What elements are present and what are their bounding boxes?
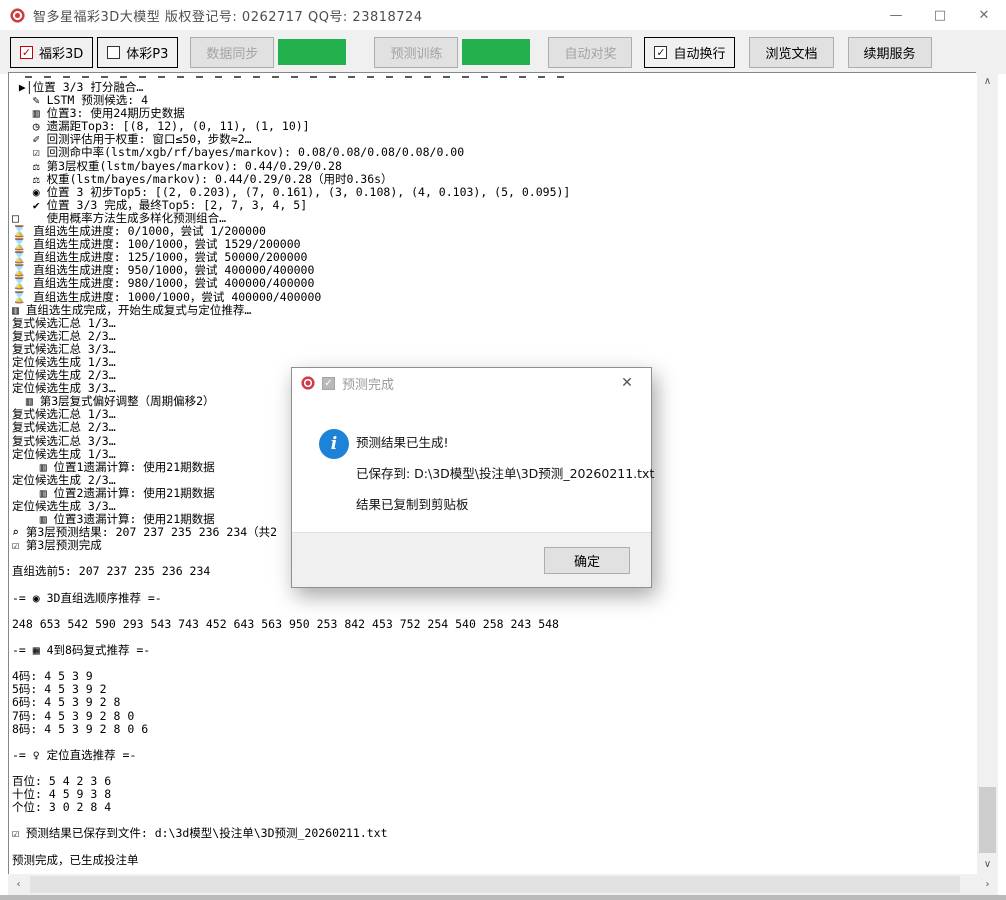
log-line: -= ♀ 定位直选推荐 =- [12,749,976,762]
sync-progress-bar [278,39,346,65]
prediction-complete-dialog: ✓ 预测完成 ✕ i 预测结果已生成! 已保存到: D:\3D模型\投注单\3D… [291,367,652,588]
log-line: ⚖ 第3层权重(lstm/bayes/markov): 0.44/0.29/0.… [12,160,976,173]
fc3d-checkbox-group[interactable]: ✓ 福彩3D [10,37,93,68]
tcp3-checkbox-group[interactable]: 体彩P3 [97,37,178,68]
scroll-right-icon[interactable]: › [977,875,998,894]
app-logo-icon [10,8,25,23]
dialog-app-logo-icon [301,376,315,390]
tcp3-label: 体彩P3 [126,43,168,62]
log-line: 6码: 4 5 3 9 2 8 [12,696,976,709]
toolbar: ✓ 福彩3D 体彩P3 数据同步 预测训练 自动对奖 ✓ 自动换行 浏览文档 续… [0,30,1006,74]
log-line: ✐ 回测评估用于权重: 窗口≤50，步数≈2… [12,133,976,146]
log-line: ⌛ 直组选生成进度: 980/1000，尝试 400000/400000 [12,277,976,290]
titlebar: 智多星福彩3D大模型 版权登记号: 0262717 QQ号: 23818724 … [0,0,1006,30]
dialog-message-line3: 结果已复制到剪贴板 [356,494,469,513]
horizontal-scrollbar-thumb[interactable] [30,876,960,893]
vertical-scrollbar-thumb[interactable] [979,787,996,853]
log-line: 个位: 3 0 2 8 4 [12,801,976,814]
train-button[interactable]: 预测训练 [374,37,458,68]
log-line: ⌛ 直组选生成进度: 100/1000，尝试 1529/200000 [12,238,976,251]
window-title: 智多星福彩3D大模型 版权登记号: 0262717 QQ号: 23818724 [33,6,423,25]
log-line: 7码: 4 5 3 9 2 8 0 [12,710,976,723]
minimize-button[interactable]: — [874,0,918,30]
log-line: 248 653 542 590 293 543 743 452 643 563 … [12,618,976,631]
tcp3-checkbox-icon[interactable] [107,46,120,59]
log-line: ▶│位置 3/3 打分融合… [12,81,976,94]
close-button[interactable]: ✕ [962,0,1006,30]
log-line: 复式候选汇总 1/3… [12,317,976,330]
log-line: 百位: 5 4 2 3 6 [12,775,976,788]
log-line [12,657,976,670]
log-line: 8码: 4 5 3 9 2 8 0 6 [12,723,976,736]
log-line: 复式候选汇总 3/3… [12,343,976,356]
fc3d-label: 福彩3D [39,43,83,62]
log-line: ☑ 回测命中率(lstm/xgb/rf/bayes/markov): 0.08/… [12,146,976,159]
scroll-up-icon[interactable]: ∧ [977,72,998,91]
dialog-footer: 确定 [292,532,651,587]
log-line: ⚖ 权重(lstm/bayes/markov): 0.44/0.29/0.28（… [12,173,976,186]
dialog-message-line1: 预测结果已生成! [356,432,449,451]
dialog-checkbox-icon: ✓ [322,377,335,390]
dialog-title: 预测完成 [342,374,394,393]
log-line: □ 使用概率方法生成多样化预测组合… [12,212,976,225]
dialog-close-icon[interactable]: ✕ [612,368,642,398]
dialog-titlebar: ✓ 预测完成 ✕ [292,368,651,398]
ok-button[interactable]: 确定 [544,547,630,574]
scroll-down-icon[interactable]: ∨ [977,855,998,874]
log-line: ☑ 预测结果已保存到文件: d:\3d模型\投注单\3D预测_20260211.… [12,827,976,840]
log-line: 5码: 4 5 3 9 2 [12,683,976,696]
renew-service-button[interactable]: 续期服务 [848,37,932,68]
log-line: ✔ 位置 3/3 完成，最终Top5: [2, 7, 3, 4, 5] [12,199,976,212]
data-sync-button[interactable]: 数据同步 [190,37,274,68]
train-progress-bar [462,39,530,65]
log-line: 十位: 4 5 9 3 8 [12,788,976,801]
clipped-top-line [25,76,567,78]
maximize-button[interactable]: □ [918,0,962,30]
log-line: ⌛ 直组选生成进度: 0/1000，尝试 1/200000 [12,225,976,238]
log-line: ◉ 位置 3 初步Top5: [(2, 0.203), (7, 0.161), … [12,186,976,199]
log-line: -= ▦ 4到8码复式推荐 =- [12,644,976,657]
auto-check-button[interactable]: 自动对奖 [548,37,632,68]
log-line [12,631,976,644]
word-wrap-label: 自动换行 [673,43,725,62]
log-line: ▥ 位置3: 使用24期历史数据 [12,107,976,120]
log-line: ⌛ 直组选生成进度: 1000/1000，尝试 400000/400000 [12,291,976,304]
log-line: -= ◉ 3D直组选顺序推荐 =- [12,592,976,605]
log-line [12,736,976,749]
log-line [12,814,976,827]
log-line: ⌛ 直组选生成进度: 125/1000，尝试 50000/200000 [12,251,976,264]
browse-docs-button[interactable]: 浏览文档 [749,37,833,68]
scroll-left-icon[interactable]: ‹ [8,875,29,894]
log-line: ⌛ 直组选生成进度: 950/1000，尝试 400000/400000 [12,264,976,277]
window-bottom-edge [0,895,1006,900]
log-line [12,762,976,775]
log-line [12,605,976,618]
dialog-message-line2: 已保存到: D:\3D模型\投注单\3D预测_20260211.txt [356,463,654,482]
dialog-body: i 预测结果已生成! 已保存到: D:\3D模型\投注单\3D预测_202602… [292,398,651,533]
word-wrap-checkbox-icon[interactable]: ✓ [654,46,667,59]
log-line: 复式候选汇总 2/3… [12,330,976,343]
fc3d-checkbox-icon[interactable]: ✓ [20,46,33,59]
info-icon: i [319,429,349,459]
log-line: 4码: 4 5 3 9 [12,670,976,683]
log-line: 预测完成，已生成投注单 [12,854,976,867]
window-controls: — □ ✕ [874,0,1006,30]
vertical-scrollbar[interactable]: ∧ ∨ [977,72,998,874]
horizontal-scrollbar[interactable]: ‹ › [8,874,998,895]
log-line [12,840,976,853]
log-line: ✎ LSTM 预测候选: 4 [12,94,976,107]
word-wrap-checkbox-group[interactable]: ✓ 自动换行 [644,37,735,68]
log-line: ◷ 遗漏距Top3: [(8, 12), (0, 11), (1, 10)] [12,120,976,133]
log-line: ▥ 直组选生成完成，开始生成复式与定位推荐… [12,304,976,317]
